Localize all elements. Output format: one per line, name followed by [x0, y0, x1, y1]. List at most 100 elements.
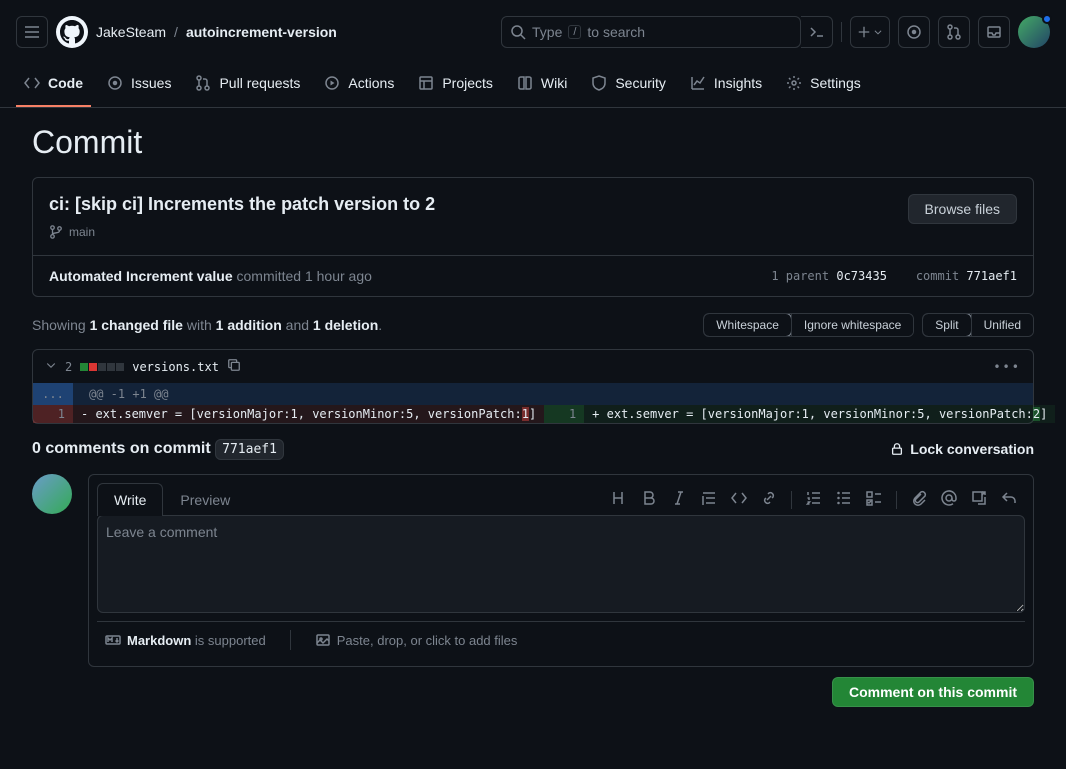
search-input[interactable]: Type / to search	[501, 16, 801, 48]
ignore-whitespace-button[interactable]: Ignore whitespace	[791, 314, 913, 336]
graph-icon	[690, 75, 706, 91]
link-button[interactable]	[761, 490, 777, 509]
list-ordered-icon	[806, 490, 822, 506]
tab-insights[interactable]: Insights	[682, 65, 770, 107]
chevron-down-icon	[45, 359, 57, 371]
commit-sha-badge: 771aef1	[215, 439, 284, 460]
whitespace-toggle: Whitespace Ignore whitespace	[703, 313, 914, 337]
unordered-list-button[interactable]	[836, 490, 852, 509]
tab-settings[interactable]: Settings	[778, 65, 869, 107]
branch-name[interactable]: main	[69, 225, 95, 239]
files-count[interactable]: 1 changed file	[90, 317, 183, 333]
heading-icon	[611, 490, 627, 506]
comments-heading: 0 comments on commit 771aef1	[32, 440, 284, 458]
tab-pull-requests[interactable]: Pull requests	[187, 65, 308, 107]
github-logo[interactable]	[56, 16, 88, 48]
tab-projects[interactable]: Projects	[410, 65, 501, 107]
gear-icon	[786, 75, 802, 91]
search-placeholder-pre: Type	[532, 24, 562, 40]
bold-button[interactable]	[641, 490, 657, 509]
attach-button[interactable]	[911, 490, 927, 509]
plus-icon	[857, 25, 871, 39]
tab-code[interactable]: Code	[16, 65, 91, 107]
tab-wiki[interactable]: Wiki	[509, 65, 575, 107]
list-unordered-icon	[836, 490, 852, 506]
file-menu-button[interactable]: •••	[993, 360, 1021, 374]
split-button[interactable]: Split	[922, 313, 971, 337]
markdown-help-link[interactable]: Markdown is supported	[105, 632, 266, 648]
commit-author-line: Automated Increment value committed 1 ho…	[49, 268, 372, 284]
pull-requests-button[interactable]	[938, 16, 970, 48]
whitespace-button[interactable]: Whitespace	[703, 313, 792, 337]
terminal-icon	[809, 24, 825, 40]
branch-indicator: main	[49, 225, 435, 239]
link-icon	[761, 490, 777, 506]
file-name[interactable]: versions.txt	[132, 360, 219, 374]
diff-stats: Showing 1 changed file with 1 addition a…	[32, 317, 382, 333]
tab-label: Settings	[810, 75, 861, 91]
expand-hunk-button[interactable]: ...	[33, 383, 73, 405]
old-line-number[interactable]: 1	[33, 405, 73, 423]
menu-button[interactable]	[16, 16, 48, 48]
write-tab[interactable]: Write	[97, 483, 163, 516]
markdown-toolbar	[611, 490, 1025, 509]
owner-link[interactable]: JakeSteam	[96, 24, 166, 40]
user-avatar[interactable]	[32, 474, 72, 514]
heading-button[interactable]	[611, 490, 627, 509]
new-line-number[interactable]: 1	[544, 405, 584, 423]
comment-textarea[interactable]: Leave a comment	[97, 515, 1025, 613]
italic-icon	[671, 490, 687, 506]
command-palette-button[interactable]	[801, 16, 833, 48]
commit-box: ci: [skip ci] Increments the patch versi…	[32, 177, 1034, 297]
issue-icon	[107, 75, 123, 91]
issues-button[interactable]	[898, 16, 930, 48]
submit-comment-button[interactable]: Comment on this commit	[832, 677, 1034, 707]
collapse-toggle[interactable]	[45, 359, 57, 374]
play-icon	[324, 75, 340, 91]
browse-files-button[interactable]: Browse files	[908, 194, 1017, 224]
copy-icon	[227, 358, 241, 372]
quote-icon	[701, 490, 717, 506]
commit-time[interactable]: 1 hour ago	[305, 268, 372, 284]
page-title: Commit	[32, 124, 1034, 161]
diff-view-toggle: Split Unified	[922, 313, 1034, 337]
italic-button[interactable]	[671, 490, 687, 509]
create-button[interactable]	[850, 16, 890, 48]
search-placeholder-suf: to search	[587, 24, 645, 40]
user-avatar[interactable]	[1018, 16, 1050, 48]
diff-line: 1 - ext.semver = [versionMajor:1, versio…	[33, 405, 1033, 423]
inbox-button[interactable]	[978, 16, 1010, 48]
lock-conversation-button[interactable]: Lock conversation	[890, 441, 1034, 457]
unified-button[interactable]: Unified	[971, 314, 1033, 336]
repo-link[interactable]: autoincrement-version	[186, 24, 337, 40]
old-code: - ext.semver = [versionMajor:1, versionM…	[73, 405, 544, 423]
repo-tabs: Code Issues Pull requests Actions Projec…	[0, 65, 1066, 108]
code-button[interactable]	[731, 490, 747, 509]
tab-label: Wiki	[541, 75, 567, 91]
tab-security[interactable]: Security	[583, 65, 674, 107]
search-icon	[510, 24, 526, 40]
ordered-list-button[interactable]	[806, 490, 822, 509]
tab-label: Actions	[348, 75, 394, 91]
separator	[896, 491, 897, 509]
attach-files-link[interactable]: Paste, drop, or click to add files	[315, 632, 518, 648]
code-icon	[731, 490, 747, 506]
preview-tab[interactable]: Preview	[163, 483, 247, 516]
copy-path-button[interactable]	[227, 358, 241, 375]
kebab-icon: •••	[993, 360, 1021, 374]
diff-stat-squares	[80, 363, 124, 371]
cross-reference-icon	[971, 490, 987, 506]
commit-author[interactable]: Automated Increment value	[49, 268, 233, 284]
task-list-button[interactable]	[866, 490, 882, 509]
tab-actions[interactable]: Actions	[316, 65, 402, 107]
reference-button[interactable]	[971, 490, 987, 509]
tasklist-icon	[866, 490, 882, 506]
parent-sha[interactable]: 0c73435	[836, 269, 887, 283]
lock-icon	[890, 442, 904, 456]
book-icon	[517, 75, 533, 91]
tab-issues[interactable]: Issues	[99, 65, 179, 107]
deletions-count: 1 deletion	[313, 317, 378, 333]
reply-button[interactable]	[1001, 490, 1017, 509]
mention-button[interactable]	[941, 490, 957, 509]
quote-button[interactable]	[701, 490, 717, 509]
